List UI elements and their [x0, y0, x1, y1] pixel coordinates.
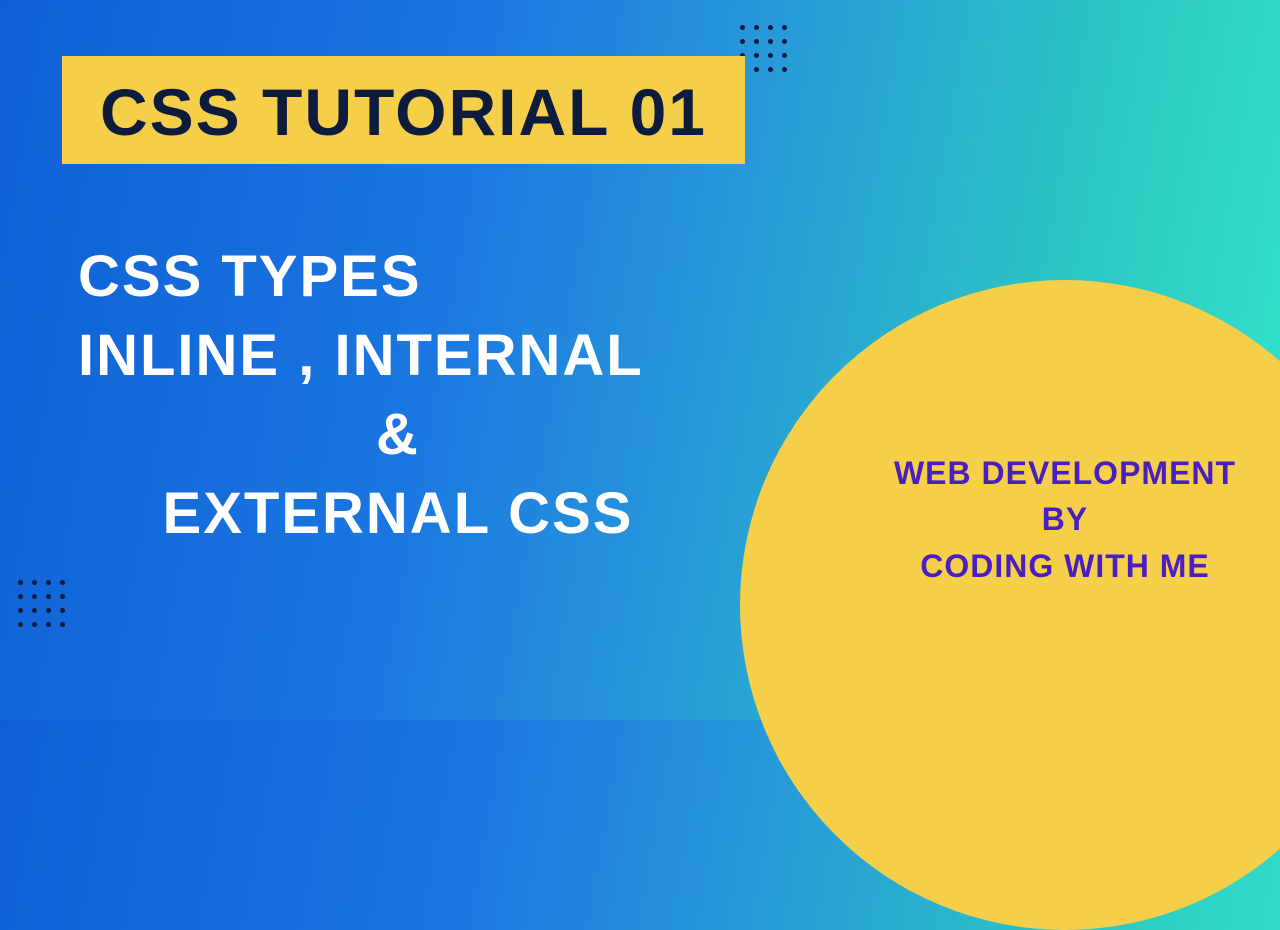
main-line-3: & — [78, 396, 718, 475]
circle-line-1: WEB DEVELOPMENT — [894, 450, 1236, 496]
title-banner: CSS TUTORIAL 01 — [62, 56, 745, 164]
main-line-4: EXTERNAL CSS — [78, 475, 718, 554]
decorative-dots-top — [740, 25, 787, 72]
main-line-2: INLINE , INTERNAL — [78, 317, 718, 396]
circle-line-3: CODING WITH ME — [920, 543, 1210, 589]
circle-line-2: BY — [1042, 496, 1088, 542]
main-heading-block: CSS TYPES INLINE , INTERNAL & EXTERNAL C… — [78, 238, 718, 554]
decorative-dots-bottom — [18, 580, 65, 627]
channel-circle: WEB DEVELOPMENT BY CODING WITH ME — [740, 280, 1280, 930]
title-text: CSS TUTORIAL 01 — [100, 74, 707, 150]
main-line-1: CSS TYPES — [78, 238, 718, 317]
